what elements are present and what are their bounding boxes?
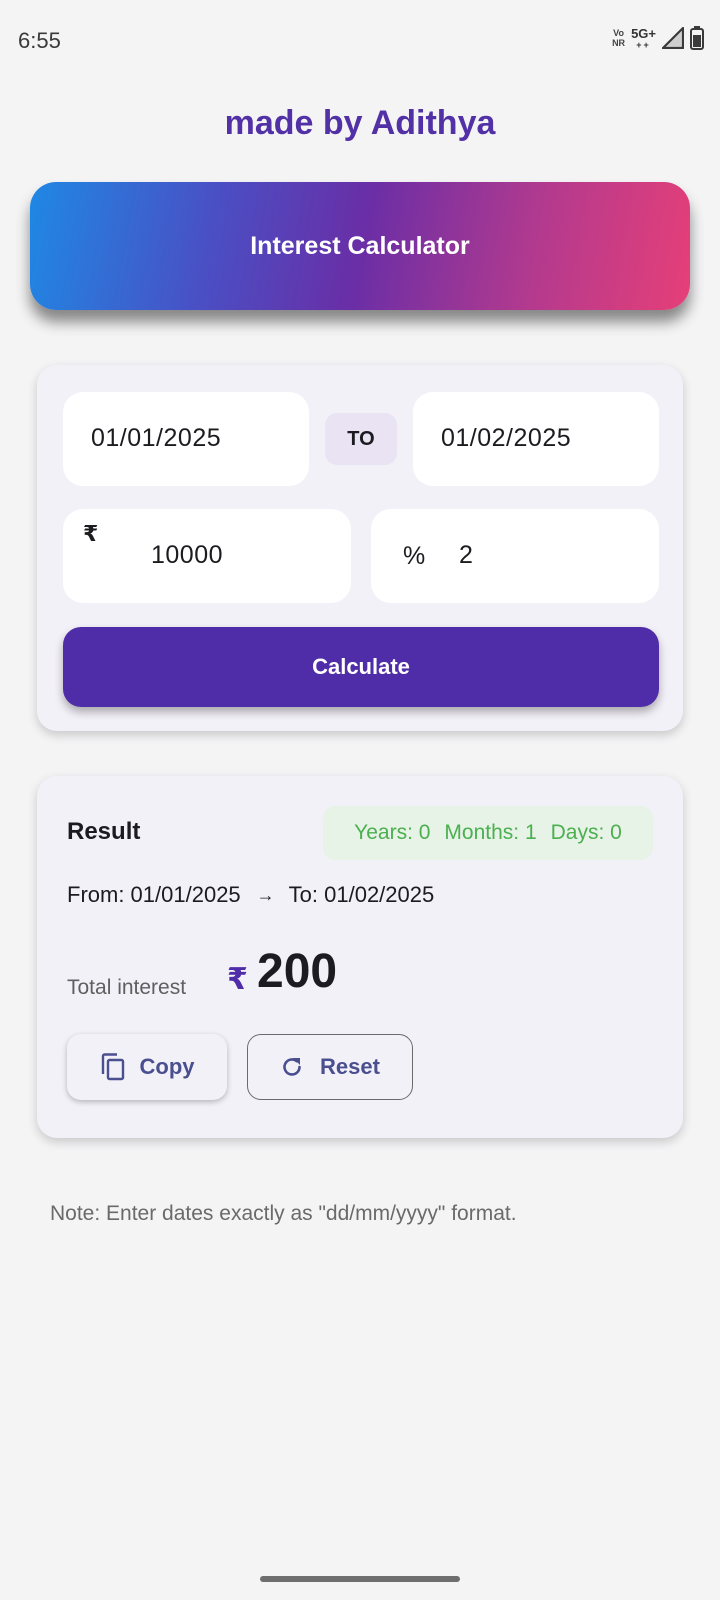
network-activity-text: ++ [636, 40, 651, 50]
status-time: 6:55 [18, 28, 61, 53]
to-date-field[interactable]: 01/02/2025 [413, 392, 659, 486]
total-interest-label: Total interest [67, 976, 187, 999]
signal-icon [662, 27, 684, 49]
duration-months: Months: 1 [444, 821, 537, 844]
network-type-icon: 5G+ ++ [631, 26, 656, 50]
result-card: Result Years: 0 Months: 1 Days: 0 From: … [37, 776, 683, 1138]
volte-icon: Vo NR [612, 28, 625, 48]
duration-days: Days: 0 [550, 821, 622, 844]
range-to: To: 01/02/2025 [288, 882, 435, 907]
volte-top-text: Vo [613, 28, 624, 38]
status-bar: 6:55 Vo NR 5G+ ++ [0, 0, 720, 84]
duration-years: Years: 0 [354, 821, 431, 844]
date-range: From: 01/01/2025 → To: 01/02/2025 [67, 882, 434, 908]
made-by-heading: made by Adithya [224, 104, 496, 142]
rupee-icon: ₹ [227, 963, 248, 996]
to-label: TO [325, 413, 397, 465]
home-indicator[interactable] [260, 1576, 460, 1582]
refresh-icon [283, 1058, 301, 1076]
copy-button[interactable]: Copy [67, 1034, 227, 1100]
percent-icon: % [403, 542, 426, 570]
total-interest-value: 200 [257, 945, 338, 998]
rate-field[interactable]: % 2 [371, 509, 659, 603]
input-card: 01/01/2025 TO 01/02/2025 ₹ 10000 % 2 Cal… [37, 365, 683, 731]
format-note: Note: Enter dates exactly as "dd/mm/yyyy… [50, 1202, 517, 1225]
status-icons: Vo NR 5G+ ++ [612, 26, 704, 50]
from-date-field[interactable]: 01/01/2025 [63, 392, 309, 486]
result-title: Result [67, 818, 141, 845]
arrow-right-icon: → [256, 884, 275, 905]
duration-badge: Years: 0 Months: 1 Days: 0 [323, 806, 653, 860]
range-from: From: 01/01/2025 [67, 882, 241, 907]
copy-label: Copy [139, 1054, 195, 1079]
battery-icon [690, 26, 704, 50]
reset-label: Reset [320, 1054, 380, 1079]
principal-field[interactable]: ₹ 10000 [63, 509, 351, 603]
rate-value: 2 [459, 541, 474, 569]
calculate-button[interactable]: Calculate [63, 627, 659, 707]
title-banner: Interest Calculator [30, 182, 690, 310]
principal-value: 10000 [151, 541, 224, 569]
volte-bottom-text: NR [612, 38, 626, 48]
rupee-icon: ₹ [83, 521, 99, 546]
app-title: Interest Calculator [250, 231, 470, 260]
network-type-text: 5G+ [631, 26, 656, 41]
reset-button[interactable]: Reset [247, 1034, 413, 1100]
copy-icon [101, 1053, 124, 1081]
